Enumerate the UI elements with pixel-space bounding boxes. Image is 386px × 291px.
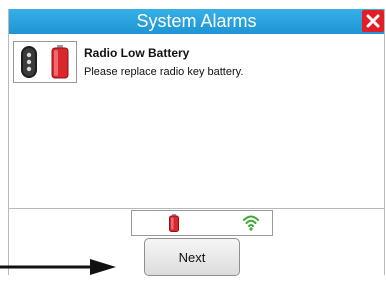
alarm-item[interactable]: Radio Low Battery Please replace radio k…: [13, 41, 373, 93]
dialog-titlebar: System Alarms: [9, 9, 384, 34]
radio-key-icon: [21, 46, 37, 78]
status-bar: [131, 210, 273, 236]
close-icon: [366, 14, 380, 28]
dialog-title: System Alarms: [136, 11, 257, 31]
system-alarms-dialog: System Alarms Radio Low Battery Please r…: [8, 9, 385, 275]
next-button[interactable]: Next: [144, 238, 240, 276]
battery-icon: [51, 45, 69, 79]
alarm-icon-box: [13, 41, 77, 83]
next-button-label: Next: [178, 249, 206, 265]
footer-divider: [9, 208, 384, 209]
wifi-signal-icon: [243, 215, 259, 231]
alarm-title: Radio Low Battery: [84, 46, 190, 60]
close-button[interactable]: [362, 10, 384, 32]
arrow-right-icon: [0, 259, 116, 275]
alarm-message: Please replace radio key battery.: [84, 66, 244, 78]
battery-low-icon: [169, 214, 179, 232]
